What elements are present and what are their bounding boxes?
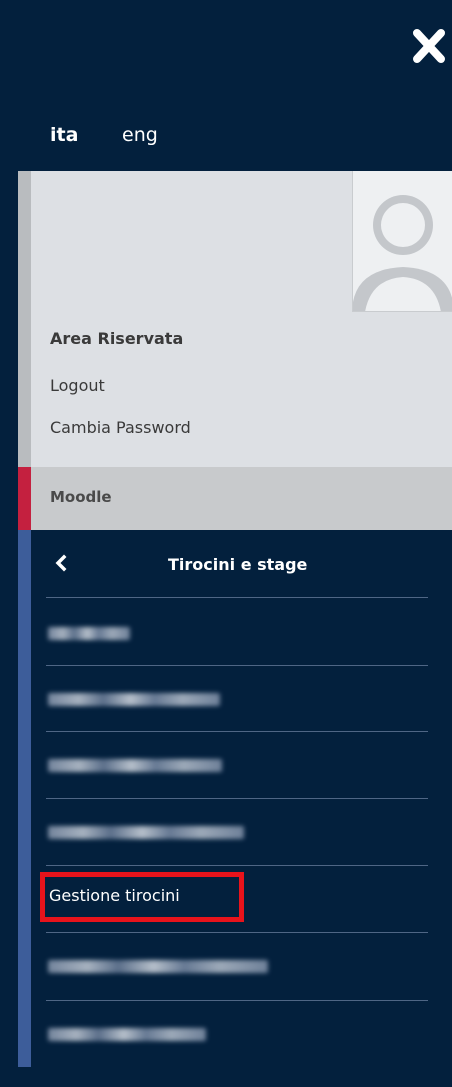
submenu-title: Tirocini e stage xyxy=(168,555,308,574)
blurred-label xyxy=(48,960,268,973)
close-icon[interactable] xyxy=(412,28,446,64)
navigation-panel: ita eng Area Riservata Logout Cambia Pas… xyxy=(0,0,452,1087)
divider xyxy=(46,865,428,866)
chevron-left-icon[interactable] xyxy=(54,554,68,572)
divider xyxy=(46,932,428,933)
top-bar: ita eng xyxy=(0,0,452,171)
divider xyxy=(46,597,428,598)
user-area-accent-bar xyxy=(18,171,31,467)
submenu-accent-bar xyxy=(18,530,31,1067)
blurred-label xyxy=(48,693,220,706)
blurred-label xyxy=(48,826,244,839)
divider xyxy=(46,1000,428,1001)
user-icon xyxy=(353,195,452,311)
moodle-label: Moodle xyxy=(50,488,112,506)
language-eng[interactable]: eng xyxy=(122,124,158,146)
avatar xyxy=(352,171,452,312)
blurred-label xyxy=(48,1028,206,1041)
blurred-label xyxy=(48,627,130,640)
logout-link[interactable]: Logout xyxy=(50,376,105,395)
divider xyxy=(46,665,428,666)
language-ita[interactable]: ita xyxy=(50,124,78,146)
divider xyxy=(46,798,428,799)
divider xyxy=(46,731,428,732)
change-password-link[interactable]: Cambia Password xyxy=(50,418,191,437)
user-area-heading: Area Riservata xyxy=(50,329,184,348)
moodle-accent-bar xyxy=(18,467,31,530)
gestione-tirocini-label: Gestione tirocini xyxy=(49,886,180,905)
blurred-label xyxy=(48,759,222,772)
